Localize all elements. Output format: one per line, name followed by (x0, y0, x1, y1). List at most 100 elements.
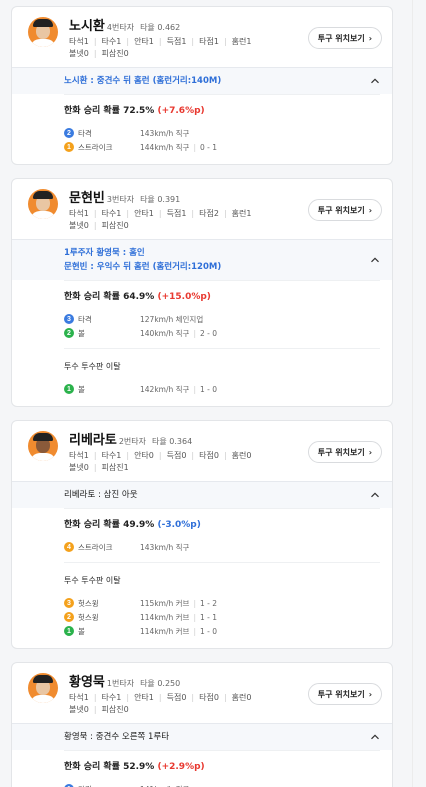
stat-value: 1 (213, 37, 219, 46)
pitch-count: 2 - 0 (199, 328, 217, 338)
at-bat-result[interactable]: 1루주자 황영묵 : 홈인 문현빈 : 우익수 뒤 홈런 (홈런거리:120M) (12, 239, 392, 280)
pitch-speed-type: 143km/h 직구 (140, 128, 190, 138)
stat-hr: 홈런1 (232, 36, 252, 48)
win-prob-label: 한화 승리 확률 (64, 292, 120, 302)
stat-label: 득점 (166, 37, 182, 46)
player-name[interactable]: 리베라토 (69, 429, 117, 448)
stat-value: 0 (123, 221, 129, 230)
win-prob-label: 한화 승리 확률 (64, 520, 120, 530)
stat-label: 득점 (166, 451, 182, 460)
stat-value: 1 (83, 693, 89, 702)
pitch-row: 3 헛스윙 115km/h 커브 | 1 - 2 (64, 596, 380, 610)
pitch-number-badge: 1 (64, 142, 74, 152)
stat-label: 타석 (69, 37, 84, 46)
stat-value: 0 (83, 463, 89, 472)
stat-hr: 홈런0 (232, 692, 252, 704)
play-by-play-feed: 노시환 4번타자 타율 0.462 타석1 | 타수1 | 안타1 | 득점1 | 타점1 | 홈런1 볼넷… (11, 6, 393, 787)
divider: | (193, 142, 196, 152)
win-prob-label: 한화 승리 확률 (64, 762, 120, 772)
batter-info: 노시환 4번타자 타율 0.462 타석1 | 타수1 | 안타1 | 득점1 | 타점1 | 홈런1 볼넷… (69, 15, 297, 60)
stat-label: 안타 (134, 451, 149, 460)
stat-label: 홈런 (231, 37, 247, 46)
stat-value: 1 (116, 37, 122, 46)
stat-label: 타점 (199, 209, 214, 218)
pitch-number-badge: 2 (64, 612, 74, 622)
win-probability: 한화 승리 확률 64.9% (+15.0%p) (64, 280, 380, 312)
stat-pa: 타석1 (69, 208, 89, 220)
divider: | (93, 451, 97, 460)
pitch-speed-type: 114km/h 커브 (140, 626, 190, 636)
player-name[interactable]: 황영묵 (69, 671, 105, 690)
pitch-detail: 143km/h 직구 (140, 542, 189, 553)
chevron-up-icon[interactable] (370, 76, 380, 86)
stat-label: 타석 (69, 209, 84, 218)
stat-pa: 타석1 (69, 450, 89, 462)
divider: | (223, 451, 227, 460)
chevron-up-icon[interactable] (370, 255, 380, 265)
stat-label: 타석 (69, 451, 84, 460)
player-name[interactable]: 문현빈 (69, 187, 105, 206)
stat-run: 타점0 (199, 692, 219, 704)
stat-value: 1 (246, 37, 252, 46)
pitch-location-button[interactable]: 투구 위치보기 › (307, 441, 382, 463)
pitch-speed-type: 127km/h 체인지업 (140, 314, 204, 324)
at-bat-detail: 한화 승리 확률 72.5% (+7.6%p) 2 타격 143km/h 직구 1 스트라… (12, 94, 392, 164)
stat-value: 1 (83, 451, 89, 460)
pitch-detail: 140km/h 직구 | 2 - 0 (140, 328, 217, 339)
batter-header: 리베라토 2번타자 타율 0.364 타석1 | 타수1 | 안타0 | 득점0 | 타점0 | 홈런0 볼… (12, 421, 392, 481)
at-bat-result[interactable]: 노시환 : 중견수 뒤 홈런 (홈런거리:140M) (12, 67, 392, 94)
batting-average: 타율 0.250 (140, 679, 181, 688)
pitch-location-button[interactable]: 투구 위치보기 › (307, 683, 382, 705)
pitch-count: 1 - 0 (199, 384, 217, 394)
scrollbar[interactable] (412, 0, 426, 787)
pitch-speed-type: 142km/h 직구 (140, 384, 190, 394)
stat-value: 1 (116, 451, 122, 460)
pitch-location-button[interactable]: 투구 위치보기 › (307, 27, 382, 49)
chevron-up-icon[interactable] (370, 732, 380, 742)
divider: | (193, 328, 196, 338)
result-line: 문현빈 : 우익수 뒤 홈런 (홈런거리:120M) (64, 262, 222, 272)
pitch-location-button[interactable]: 투구 위치보기 › (307, 199, 382, 221)
chevron-right-icon: › (368, 33, 372, 43)
player-avatar[interactable] (28, 431, 58, 461)
pitch-count: 1 - 1 (199, 612, 217, 622)
at-bat-result[interactable]: 황영묵 : 중견수 오른쪽 1루타 (12, 723, 392, 750)
batter-header: 황영묵 1번타자 타율 0.250 타석1 | 타수1 | 안타1 | 득점0 | 타점0 | 홈런0 볼넷… (12, 663, 392, 723)
player-avatar[interactable] (28, 673, 58, 703)
stat-bb: 볼넷0 (69, 48, 89, 60)
stat-bb: 볼넷0 (69, 704, 89, 716)
pitch-result: 볼 (78, 328, 85, 338)
stat-ab: 타수1 (102, 36, 122, 48)
at-bat-result[interactable]: 리베라토 : 삼진 아웃 (12, 481, 392, 508)
chevron-up-icon[interactable] (370, 490, 380, 500)
batting-order: 2번타자 (118, 437, 147, 446)
stat-label: 홈런 (231, 451, 247, 460)
divider: | (93, 463, 97, 472)
stat-value: 1 (148, 37, 154, 46)
pitch-location-label: 투구 위치보기 (317, 205, 365, 215)
stat-hr: 홈런0 (232, 450, 252, 462)
stat-value: 0 (83, 221, 89, 230)
stat-label: 피삼진 (101, 221, 124, 230)
stat-value: 1 (123, 463, 129, 472)
stat-label: 득점 (166, 209, 182, 218)
stat-run: 타점0 (199, 450, 219, 462)
stat-value: 0 (213, 693, 219, 702)
pitch-result: 타격 (78, 128, 92, 138)
divider: | (93, 49, 97, 58)
player-name[interactable]: 노시환 (69, 15, 105, 34)
player-avatar[interactable] (28, 189, 58, 219)
win-prob-change: (-3.0%p) (157, 520, 201, 530)
stat-value: 1 (116, 209, 122, 218)
pitch-result: 볼 (78, 384, 85, 394)
chevron-right-icon: › (368, 447, 372, 457)
stat-label: 타수 (101, 693, 117, 702)
pitch-list: 2 타격 143km/h 직구 1 스트라이크 144km/h 직구 | 0 - 1 (64, 126, 380, 156)
batter-stats: 타석1 | 타수1 | 안타1 | 득점0 | 타점0 | 홈런0 볼넷0 | 피삼진0 (69, 692, 297, 716)
result-line: 황영묵 : 중견수 오른쪽 1루타 (64, 732, 170, 742)
pitch-result: 헛스윙 (78, 598, 99, 608)
stat-label: 안타 (134, 693, 149, 702)
pitch-location-label: 투구 위치보기 (317, 447, 365, 457)
stat-value: 0 (83, 705, 89, 714)
player-avatar[interactable] (28, 17, 58, 47)
